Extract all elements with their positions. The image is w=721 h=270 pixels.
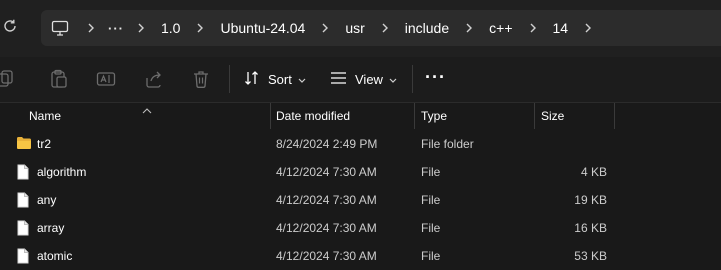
sort-ascending-icon (142, 103, 152, 117)
column-size[interactable]: Size (541, 103, 564, 129)
file-name: algorithm (37, 165, 87, 179)
file-date: 4/12/2024 7:30 AM (276, 165, 377, 179)
share-icon[interactable] (144, 69, 164, 89)
file-size: 53 KB (574, 249, 607, 263)
file-icon (16, 248, 30, 267)
monitor-icon[interactable] (41, 20, 79, 36)
chevron-down-icon (298, 72, 314, 87)
file-size: 4 KB (580, 165, 607, 179)
file-type: File (421, 165, 441, 179)
copy-icon[interactable] (0, 69, 16, 89)
toolbar-divider (229, 65, 230, 93)
view-button[interactable]: View (330, 66, 405, 92)
sort-label: Sort (268, 71, 292, 87)
file-name: any (37, 193, 57, 207)
view-icon (330, 71, 355, 88)
file-date: 8/24/2024 2:49 PM (276, 137, 378, 151)
folder-icon (16, 136, 32, 153)
sort-button[interactable]: Sort (244, 66, 314, 92)
chevron-right-icon[interactable] (129, 23, 153, 33)
more-options-button[interactable]: ··· (425, 68, 446, 86)
file-size: 19 KB (574, 193, 607, 207)
command-bar: Sort View ··· (0, 57, 721, 103)
chevron-right-icon[interactable] (79, 23, 103, 33)
column-divider[interactable] (534, 103, 535, 129)
column-date-modified[interactable]: Date modified (276, 103, 350, 129)
chevron-right-icon[interactable] (313, 23, 337, 33)
file-date: 4/12/2024 7:30 AM (276, 193, 377, 207)
column-divider[interactable] (414, 103, 415, 129)
chevron-right-icon[interactable] (373, 23, 397, 33)
breadcrumb-1-0[interactable]: 1.0 (153, 20, 188, 36)
file-type: File (421, 193, 441, 207)
overflow-breadcrumb[interactable]: ··· (103, 21, 129, 36)
file-row[interactable]: array 4/12/2024 7:30 AM File 16 KB (0, 214, 721, 242)
delete-icon[interactable] (191, 69, 211, 89)
file-size (537, 130, 607, 158)
file-row[interactable]: tr2 8/24/2024 2:49 PM File folder (0, 130, 721, 158)
address-bar[interactable]: ··· 1.0 Ubuntu-24.04 usr include c++ 14 (41, 10, 721, 46)
file-row[interactable]: atomic 4/12/2024 7:30 AM File 53 KB (0, 242, 721, 270)
file-size: 16 KB (574, 221, 607, 235)
chevron-right-icon[interactable] (576, 23, 600, 33)
file-icon (16, 164, 30, 183)
breadcrumb-14[interactable]: 14 (545, 20, 577, 36)
file-name: tr2 (37, 137, 52, 151)
column-type[interactable]: Type (421, 103, 447, 129)
file-icon (16, 220, 30, 239)
column-divider[interactable] (614, 103, 615, 129)
column-name[interactable]: Name (29, 103, 61, 129)
toolbar-divider (412, 65, 413, 93)
file-date: 4/12/2024 7:30 AM (276, 249, 377, 263)
file-type: File folder (421, 137, 474, 151)
file-row[interactable]: any 4/12/2024 7:30 AM File 19 KB (0, 186, 721, 214)
rename-icon[interactable] (96, 69, 116, 89)
refresh-icon[interactable] (2, 18, 20, 38)
file-row[interactable]: algorithm 4/12/2024 7:30 AM File 4 KB (0, 158, 721, 186)
chevron-down-icon (389, 72, 405, 87)
breadcrumb-ubuntu[interactable]: Ubuntu-24.04 (212, 20, 313, 36)
breadcrumb-usr[interactable]: usr (337, 20, 372, 36)
view-label: View (355, 71, 383, 87)
address-row: ··· 1.0 Ubuntu-24.04 usr include c++ 14 (0, 0, 721, 57)
breadcrumb-cpp[interactable]: c++ (481, 20, 520, 36)
chevron-right-icon[interactable] (188, 23, 212, 33)
sort-icon (244, 70, 268, 89)
file-icon (16, 192, 30, 211)
file-name: atomic (37, 249, 73, 263)
file-date: 4/12/2024 7:30 AM (276, 221, 377, 235)
column-divider[interactable] (270, 103, 271, 129)
file-type: File (421, 249, 441, 263)
column-header: Name Date modified Type Size (0, 103, 721, 129)
breadcrumb-include[interactable]: include (397, 20, 457, 36)
file-name: array (37, 221, 65, 235)
chevron-right-icon[interactable] (457, 23, 481, 33)
file-type: File (421, 221, 441, 235)
paste-icon[interactable] (49, 69, 69, 89)
chevron-right-icon[interactable] (521, 23, 545, 33)
